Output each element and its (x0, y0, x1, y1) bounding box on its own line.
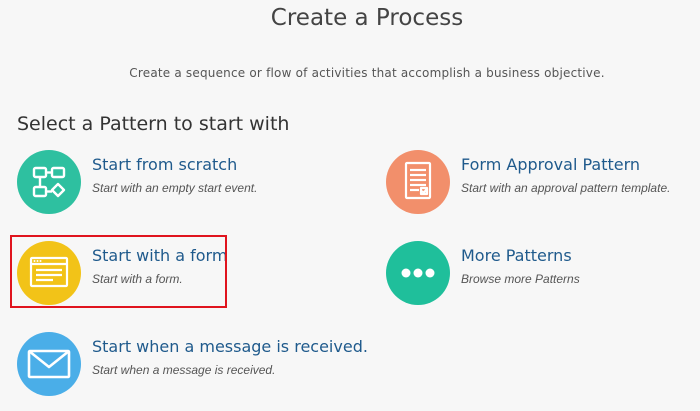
option-start-from-scratch[interactable]: Start from scratch Start with an empty s… (17, 150, 307, 214)
option-title[interactable]: Start when a message is received. (92, 337, 368, 356)
section-heading: Select a Pattern to start with (17, 113, 290, 135)
document-checklist-icon (386, 150, 450, 214)
option-title[interactable]: Start from scratch (92, 155, 237, 174)
option-title[interactable]: Form Approval Pattern (461, 155, 640, 174)
option-title[interactable]: More Patterns (461, 246, 572, 265)
option-title[interactable]: Start with a form (92, 246, 227, 265)
ellipsis-icon (386, 241, 450, 305)
option-description: Start with an approval pattern template. (461, 181, 671, 195)
option-start-with-a-form[interactable]: Start with a form Start with a form. (17, 241, 237, 305)
option-description: Start with a form. (92, 272, 183, 286)
page-subtitle: Create a sequence or flow of activities … (129, 66, 605, 80)
envelope-icon (17, 332, 81, 396)
page-title: Create a Process (270, 5, 464, 31)
option-form-approval-pattern[interactable]: Form Approval Pattern Start with an appr… (386, 150, 696, 214)
flowchart-icon (17, 150, 81, 214)
option-description: Start when a message is received. (92, 363, 276, 377)
option-description: Start with an empty start event. (92, 181, 258, 195)
option-description: Browse more Patterns (461, 272, 580, 286)
option-start-when-message-received[interactable]: Start when a message is received. Start … (17, 332, 377, 396)
form-window-icon (17, 241, 81, 305)
option-more-patterns[interactable]: More Patterns Browse more Patterns (386, 241, 626, 305)
